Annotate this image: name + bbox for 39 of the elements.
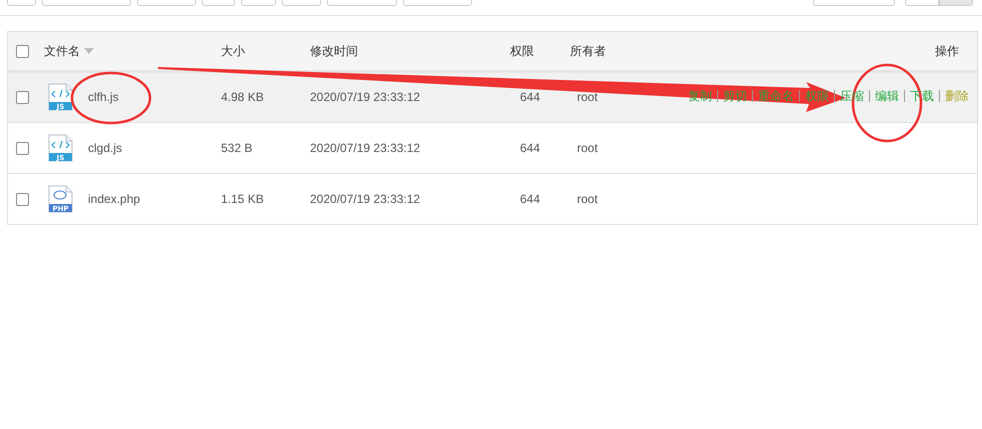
- column-header: 所有者: [570, 42, 607, 60]
- owner: root: [576, 141, 599, 155]
- sort-caret-icon[interactable]: [84, 48, 94, 54]
- view-toggle[interactable]: [905, 0, 939, 6]
- search-field[interactable]: [813, 0, 895, 6]
- toolbar-button[interactable]: [202, 0, 235, 6]
- permissions: 644: [519, 192, 542, 206]
- column-header: 修改时间: [310, 42, 359, 60]
- modified-time: 2020/07/19 23:33:12: [310, 141, 422, 155]
- action-link[interactable]: 删除: [945, 88, 969, 104]
- action-link[interactable]: 编辑: [875, 88, 899, 104]
- toolbar-button[interactable]: [7, 0, 36, 6]
- file-size: 1.15 KB: [221, 192, 265, 206]
- toolbar-button[interactable]: [327, 0, 397, 6]
- select-all-checkbox[interactable]: [16, 44, 29, 58]
- column-header: 权限: [510, 42, 535, 60]
- column-header: 大小: [221, 42, 246, 60]
- permissions: 644: [519, 90, 542, 104]
- toolbar-button[interactable]: [282, 0, 321, 6]
- view-toggle[interactable]: [939, 0, 973, 6]
- row-checkbox[interactable]: [16, 90, 29, 104]
- file-size: 4.98 KB: [221, 90, 265, 104]
- toolbar-button[interactable]: [241, 0, 276, 6]
- toolbar-button[interactable]: [137, 0, 196, 6]
- column-header: 操作: [935, 42, 960, 60]
- file-name[interactable]: index.php: [88, 192, 140, 206]
- owner: root: [576, 192, 599, 206]
- modified-time: 2020/07/19 23:33:12: [310, 90, 422, 104]
- row-checkbox[interactable]: [16, 192, 29, 206]
- toolbar-button[interactable]: [403, 0, 472, 6]
- owner: root: [576, 90, 599, 104]
- row-checkbox[interactable]: [16, 142, 29, 154]
- toolbar-button[interactable]: [42, 0, 131, 6]
- column-header[interactable]: 文件名: [44, 42, 80, 60]
- modified-time: 2020/07/19 23:33:12: [310, 192, 422, 206]
- file-size: 532 B: [221, 141, 254, 155]
- permissions: 644: [519, 141, 542, 155]
- file-name[interactable]: clfh.js: [88, 90, 119, 104]
- file-name[interactable]: clgd.js: [88, 141, 122, 155]
